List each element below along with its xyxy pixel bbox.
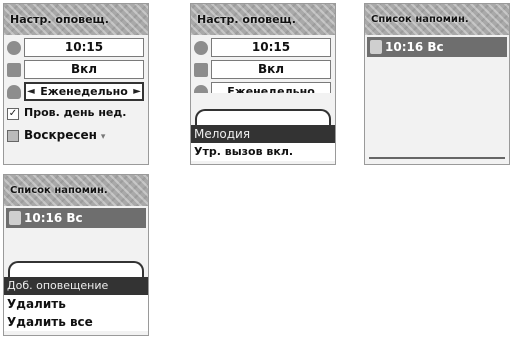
divider (369, 157, 505, 162)
reminder-icon (9, 211, 21, 225)
bell-icon (194, 85, 208, 93)
time-row: 10:15 (4, 37, 148, 59)
repeat-selector[interactable]: ◄ Еженедельно ► (24, 82, 144, 101)
chevron-down-icon: ▾ (100, 132, 106, 142)
alarm-settings-screen-2: Настр. оповещ. 10:15 Вкл Еженедельно Мел… (190, 3, 336, 165)
checkbox-label-wrap: Воскресен ▾ (24, 128, 105, 142)
toggle-icon (7, 63, 21, 77)
time-row: 10:15 (191, 37, 335, 59)
screen-title: Список напомин. (365, 4, 509, 35)
state-row: Вкл (4, 59, 148, 81)
screen-title: Настр. оповещ. (191, 4, 335, 35)
clock-icon (194, 41, 208, 55)
menu-item-melody[interactable]: Мелодия (191, 125, 335, 143)
reminder-list-menu-screen: Список напомин. 10:16 Вс Доб. оповещение… (3, 174, 149, 336)
options-menu: Мелодия Утр. вызов вкл. (191, 125, 335, 161)
state-field[interactable]: Вкл (211, 60, 331, 79)
repeat-row-partial: Еженедельно (191, 81, 335, 93)
reminder-icon (370, 40, 382, 54)
checkbox-label: Воскресен (24, 128, 97, 142)
repeat-field[interactable]: Еженедельно (211, 82, 331, 93)
checkbox-checked-icon[interactable]: ✓ (7, 108, 19, 120)
menu-item-delete[interactable]: Удалить (4, 295, 148, 313)
menu-item-wakeup[interactable]: Утр. вызов вкл. (191, 143, 335, 161)
list-item-label: 10:16 Вс (24, 211, 83, 225)
state-row: Вкл (191, 59, 335, 81)
checkbox-row-2[interactable]: Воскресен ▾ (4, 126, 148, 148)
list-item[interactable]: 10:16 Вс (6, 208, 146, 228)
bell-icon (7, 85, 21, 99)
alarm-settings-screen-1: Настр. оповещ. 10:15 Вкл ◄ Еженедельно ►… (3, 3, 149, 165)
list-item-label: 10:16 Вс (385, 40, 444, 54)
options-menu: Доб. оповещение Удалить Удалить все (4, 277, 148, 331)
screen-title: Настр. оповещ. (4, 4, 148, 35)
checkbox-label: Пров. день нед. (24, 106, 127, 119)
list-item[interactable]: 10:16 Вс (367, 37, 507, 57)
screen-title: Список напомин. (4, 175, 148, 206)
toggle-icon (194, 63, 208, 77)
menu-item-add-alarm[interactable]: Доб. оповещение (4, 277, 148, 295)
arrow-left-icon[interactable]: ◄ (27, 84, 35, 99)
repeat-row: ◄ Еженедельно ► (4, 81, 148, 103)
state-field[interactable]: Вкл (24, 60, 144, 79)
checkbox-icon[interactable] (7, 130, 19, 142)
arrow-right-icon[interactable]: ► (133, 84, 141, 99)
time-field[interactable]: 10:15 (24, 38, 144, 57)
repeat-value: Еженедельно (227, 85, 315, 93)
menu-item-delete-all[interactable]: Удалить все (4, 313, 148, 331)
repeat-value: Еженедельно (40, 85, 128, 98)
checkbox-row-1[interactable]: ✓ Пров. день нед. (4, 104, 148, 126)
reminder-list-screen: Список напомин. 10:16 Вс (364, 3, 510, 165)
time-field[interactable]: 10:15 (211, 38, 331, 57)
clock-icon (7, 41, 21, 55)
